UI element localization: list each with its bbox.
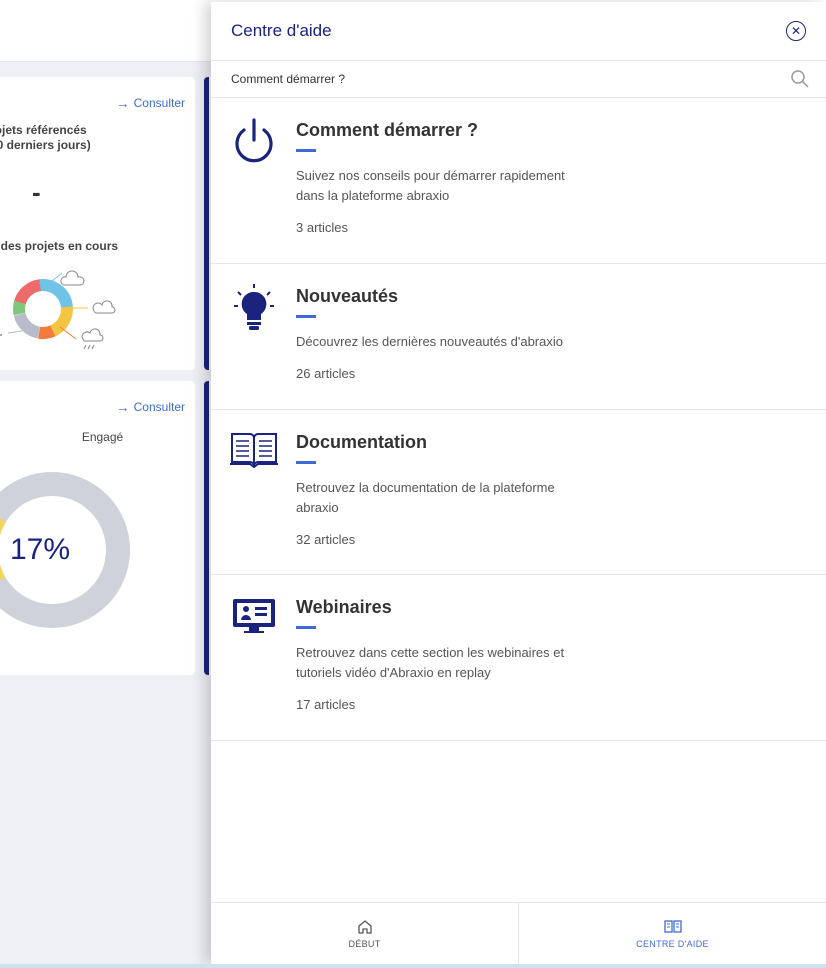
title-underline xyxy=(296,461,316,464)
home-icon xyxy=(357,919,372,934)
help-section-documentation[interactable]: Documentation Retrouvez la documentation… xyxy=(211,410,826,575)
tab-home-label: DÉBUT xyxy=(348,938,381,949)
help-book-icon xyxy=(663,919,682,933)
cloud-icon xyxy=(92,300,116,314)
section-article-count: 3 articles xyxy=(296,220,349,235)
section-article-count: 17 articles xyxy=(296,697,356,712)
section-description: Suivez nos conseils pour démarrer rapide… xyxy=(296,168,565,203)
book-icon xyxy=(229,430,279,480)
arrow-right-icon: → xyxy=(115,95,130,111)
close-icon: ✕ xyxy=(790,24,802,38)
projects-weather-title: o des projets en cours xyxy=(0,239,119,253)
section-title: Comment démarrer ? xyxy=(296,120,479,140)
engaged-card-title: Engagé xyxy=(81,430,124,444)
tab-home[interactable]: DÉBUT xyxy=(211,903,518,964)
help-center-header: Centre d'aide ✕ xyxy=(211,2,826,61)
help-section-getting-started[interactable]: Comment démarrer ? Suivez nos conseils p… xyxy=(211,98,826,264)
help-search-input[interactable] xyxy=(231,72,731,86)
help-center-footer: DÉBUT CENTRE D'AIDE xyxy=(211,902,826,964)
close-button[interactable]: ✕ xyxy=(786,21,806,41)
window-bottom-strip xyxy=(0,964,826,968)
consult-link[interactable]: → Consulter xyxy=(116,399,185,415)
projects-card-title: rojets référencés 30 derniers jours) xyxy=(0,123,91,152)
lightbulb-icon xyxy=(229,284,279,334)
title-underline xyxy=(296,315,316,318)
section-article-count: 32 articles xyxy=(296,532,356,547)
sun-cloud-icon xyxy=(60,270,85,286)
title-underline xyxy=(296,149,316,152)
power-icon xyxy=(229,118,279,168)
arrow-right-icon: → xyxy=(115,399,130,415)
section-title: Nouveautés xyxy=(296,286,399,306)
section-title: Webinaires xyxy=(296,597,392,617)
help-center-title: Centre d'aide xyxy=(231,21,332,40)
section-description: Retrouvez la documentation de la platefo… xyxy=(296,480,555,515)
weather-donut-chart xyxy=(0,270,116,350)
engaged-percent: 17% xyxy=(10,533,71,566)
rain-icon xyxy=(81,328,104,350)
help-search-bar xyxy=(211,61,826,98)
projects-card: → Consulter rojets référencés 30 dernier… xyxy=(0,77,195,370)
search-icon[interactable] xyxy=(790,69,810,89)
section-description: Découvrez les dernières nouveautés d'abr… xyxy=(296,334,563,349)
help-center-panel: Centre d'aide ✕ Comment démarrer ? Suive… xyxy=(211,2,826,964)
title-underline xyxy=(296,626,316,629)
consult-link[interactable]: → Consulter xyxy=(116,95,185,111)
help-section-news[interactable]: Nouveautés Découvrez les dernières nouve… xyxy=(211,264,826,410)
section-title: Documentation xyxy=(296,432,428,452)
engaged-card: → Consulter Engagé 17% xyxy=(0,381,195,675)
projects-count-value: - xyxy=(32,177,41,207)
section-article-count: 26 articles xyxy=(296,366,356,381)
section-description: Retrouvez dans cette section les webinai… xyxy=(296,645,565,680)
tab-help-center[interactable]: CENTRE D'AIDE xyxy=(518,903,826,964)
help-section-webinars[interactable]: Webinaires Retrouvez dans cette section … xyxy=(211,575,826,741)
tab-help-center-label: CENTRE D'AIDE xyxy=(636,938,709,949)
webinar-icon xyxy=(229,595,279,645)
